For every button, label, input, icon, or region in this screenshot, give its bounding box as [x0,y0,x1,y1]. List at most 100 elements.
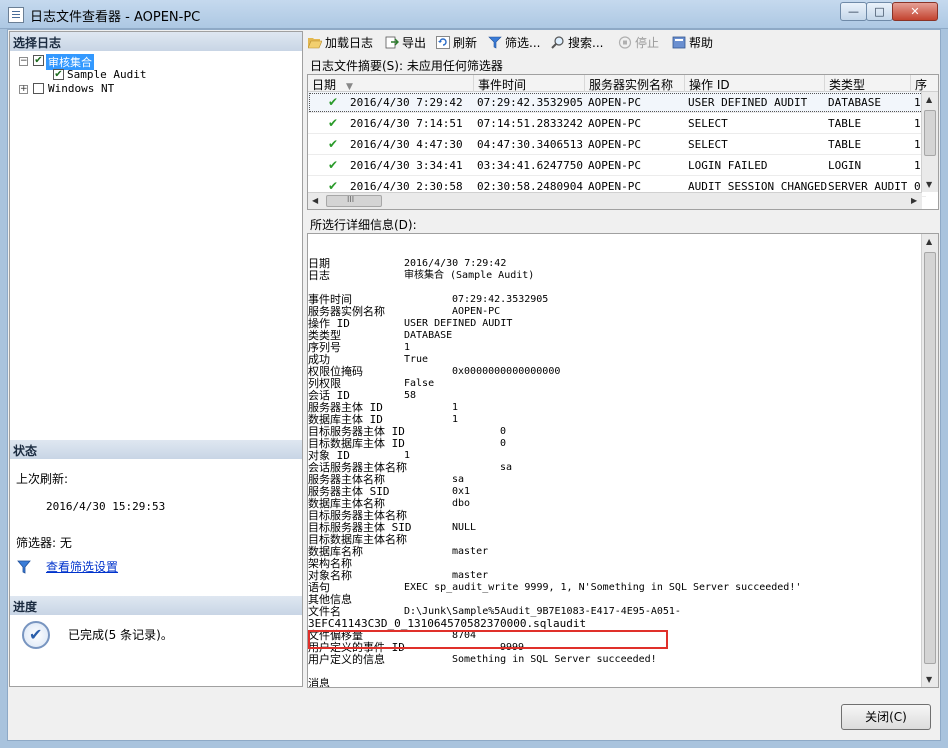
detail-row: 成功 True [308,354,920,366]
detail-row: 权限位掩码 0x0000000000000000 [308,366,920,378]
detail-row: 消息 [308,678,920,688]
detail-key: 消息 [308,677,330,688]
search-button[interactable]: 搜索... [551,34,603,52]
column-header-class-type[interactable]: 类类型 [825,75,911,92]
toolbar: 加载日志 导出 刷新 筛选... 搜索... 停止 帮助 [308,31,938,55]
detail-row: 用户定义的信息 Something in SQL Server succeeded… [308,654,920,666]
cell-seq: 1 [914,138,921,151]
export-button[interactable]: 导出 [385,34,426,52]
refresh-button[interactable]: 刷新 [436,34,477,52]
detail-row: 服务器实例名称 AOPEN-PC [308,306,920,318]
detail-value: EXEC sp_audit_write 9999, 1, N'Something… [404,582,802,593]
scroll-thumb[interactable] [924,252,936,664]
help-button[interactable]: 帮助 [672,34,713,52]
view-filter-settings-link[interactable]: 查看筛选设置 [46,558,118,575]
maximize-button[interactable]: □ [866,2,893,21]
detail-value: 0 [500,426,507,437]
cell-date: 2016/4/30 7:14:51 [350,117,463,130]
grid-vertical-scrollbar[interactable]: ▲ ▼ [921,92,938,192]
detail-row: 目标数据库主体名称 [308,534,920,546]
expand-icon[interactable]: + [19,85,28,94]
cell-seq: 1 [914,159,921,172]
detail-value: 1 [452,402,459,413]
cell-date: 2016/4/30 3:34:41 [350,159,463,172]
windows-nt-label[interactable]: Windows NT [48,82,114,95]
details-vertical-scrollbar[interactable]: ▲ ▼ [921,234,938,687]
detail-value: 审核集合 (Sample Audit) [404,270,535,281]
filter-icon [488,36,502,49]
audit-collection-checkbox[interactable]: ✔ [33,55,44,66]
grid-horizontal-scrollbar[interactable]: ◀ III ▶ [308,192,922,209]
detail-value: 0 [500,438,507,449]
scroll-thumb[interactable] [924,110,936,156]
scroll-down-arrow-icon[interactable]: ▼ [926,675,932,684]
column-header-date[interactable]: 日期 ▼ [308,75,474,92]
cell-server: AOPEN-PC [588,159,641,172]
detail-row: 列权限 False [308,378,920,390]
table-row[interactable]: ✔ 2016/4/30 3:34:41 03:34:41.6247750 AOP… [308,155,926,176]
details-panel: 日期 2016/4/30 7:29:42 日志 审核集合 (Sample Audit)… [307,233,939,688]
load-log-button[interactable]: 加载日志 [308,34,373,52]
refresh-icon [436,36,450,49]
selected-row-details-label: 所选行详细信息(D): [310,218,417,232]
filter-label: 筛选... [505,36,541,50]
window-title: 日志文件查看器 - AOPEN-PC [30,10,201,25]
detail-row: 3EFC41143C3D_0_131064570582370000.sqlaud… [308,618,920,630]
cell-server: AOPEN-PC [588,96,641,109]
windows-nt-checkbox[interactable] [33,83,44,94]
collapse-icon[interactable]: − [19,57,28,66]
help-book-icon [672,36,686,49]
log-summary-label: 日志文件摘要(S): 未应用任何筛选器 [310,59,503,73]
cell-date: 2016/4/30 4:47:30 [350,138,463,151]
scroll-up-arrow-icon[interactable]: ▲ [926,237,932,246]
scroll-down-arrow-icon[interactable]: ▼ [926,180,932,189]
last-refresh-label: 上次刷新: [16,472,69,486]
scroll-thumb[interactable]: III [326,195,382,207]
column-header-server-instance[interactable]: 服务器实例名称 [585,75,685,92]
grid-header: 日期 ▼ 事件时间 服务器实例名称 操作 ID 类类型 序 [308,75,938,92]
column-header-action-id[interactable]: 操作 ID [685,75,825,92]
success-check-icon: ✔ [328,95,339,109]
title-bar: 日志文件查看器 - AOPEN-PC — □ ✕ [0,0,948,29]
cell-action: USER DEFINED AUDIT [688,96,808,109]
cell-action: SELECT [688,117,728,130]
cell-action: LOGIN FAILED [688,159,768,172]
cell-event-time: 03:34:41.6247750 [477,159,583,172]
table-row[interactable]: ✔ 2016/4/30 4:47:30 04:47:30.3406513 AOP… [308,134,926,155]
search-label: 搜索... [568,36,604,50]
completed-icon [22,621,50,649]
detail-value: 58 [404,390,417,401]
cell-date: 2016/4/30 7:29:42 [350,96,463,109]
scroll-grip: III [347,195,355,204]
detail-row: 目标数据库主体 ID 0 [308,438,920,450]
column-header-sequence[interactable]: 序 [911,75,938,92]
sample-audit-label[interactable]: Sample Audit [67,68,146,81]
load-log-label: 加载日志 [325,36,374,50]
close-button[interactable]: 关闭(C) [841,704,931,730]
log-summary-grid: 日期 ▼ 事件时间 服务器实例名称 操作 ID 类类型 序 ✔ 2016/4/30… [307,74,939,210]
detail-row: 数据库名称 master [308,546,920,558]
detail-value: False [404,378,435,389]
detail-row: 类类型 DATABASE [308,330,920,342]
table-row[interactable]: ✔ 2016/4/30 7:29:42 07:29:42.3532905 AOP… [308,92,926,113]
column-header-event-time[interactable]: 事件时间 [474,75,585,92]
success-check-icon: ✔ [328,179,339,193]
scroll-right-arrow-icon[interactable]: ▶ [911,196,917,205]
minimize-button[interactable]: — [840,2,867,21]
table-row[interactable]: ✔ 2016/4/30 7:14:51 07:14:51.2833242 AOP… [308,113,926,134]
detail-value: master [452,546,489,557]
detail-row: 其他信息 [308,594,920,606]
status-header: 状态 [10,440,302,459]
export-icon [385,36,399,49]
scroll-left-arrow-icon[interactable]: ◀ [312,196,318,205]
window-close-button[interactable]: ✕ [892,2,938,21]
scroll-up-arrow-icon[interactable]: ▲ [926,95,932,104]
detail-value: NULL [452,522,477,533]
detail-value: dbo [452,498,471,509]
sample-audit-checkbox[interactable]: ✔ [53,69,64,80]
detail-value: master [452,570,489,581]
cell-action: SELECT [688,138,728,151]
filter-button[interactable]: 筛选... [488,34,540,52]
stop-button[interactable]: 停止 [618,34,659,52]
detail-row: 日志 审核集合 (Sample Audit) [308,270,920,282]
